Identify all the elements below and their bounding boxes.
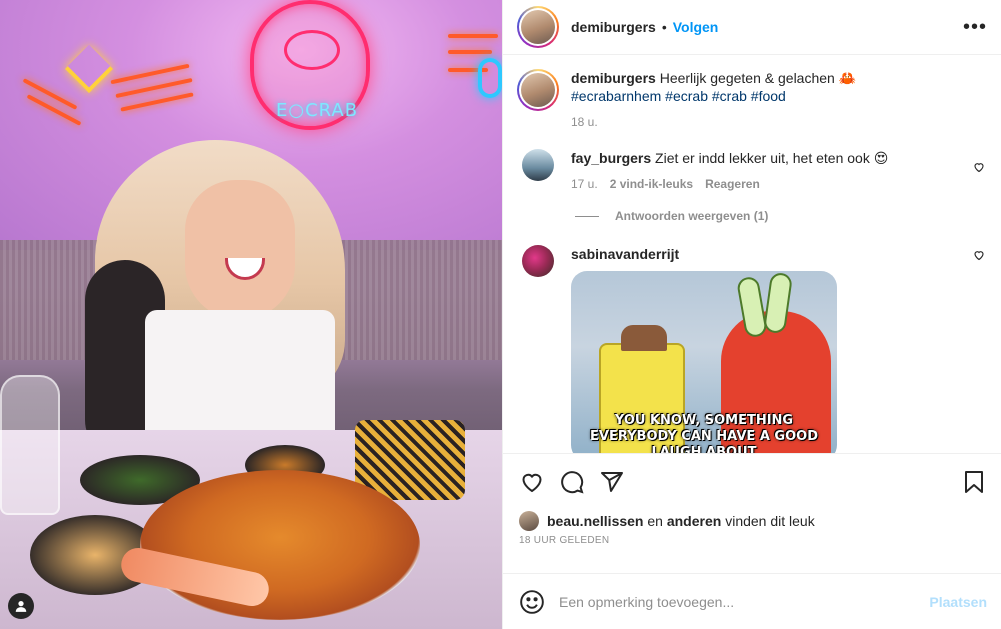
liker-username[interactable]: beau.nellissen bbox=[547, 513, 643, 529]
heart-icon[interactable] bbox=[973, 249, 985, 261]
hashtag[interactable]: #crab bbox=[712, 88, 747, 104]
reply-button[interactable]: Reageren bbox=[705, 177, 760, 191]
emoji-icon[interactable] bbox=[519, 589, 545, 615]
comment-icon[interactable] bbox=[559, 469, 585, 495]
post-time[interactable]: 18 UUR GELEDEN bbox=[503, 533, 1001, 555]
separator-dot: • bbox=[661, 19, 667, 35]
gif-caption: YOU KNOW, SOMETHING EVERYBODY CAN HAVE A… bbox=[590, 413, 818, 453]
comment-composer: Plaatsen bbox=[503, 573, 1001, 629]
comment-likes[interactable]: 2 vind-ik-leuks bbox=[610, 177, 693, 191]
comment-time[interactable]: 17 u. bbox=[571, 177, 598, 191]
user-tag-icon[interactable] bbox=[8, 593, 34, 619]
comment-text: Ziet er indd lekker uit, het eten ook 😍 bbox=[655, 150, 889, 166]
comment-gif[interactable]: YOU KNOW, SOMETHING EVERYBODY CAN HAVE A… bbox=[571, 271, 837, 453]
commenter-avatar[interactable] bbox=[522, 245, 554, 277]
likes-others[interactable]: anderen bbox=[667, 513, 721, 529]
caption-time[interactable]: 18 u. bbox=[571, 115, 598, 129]
liker-avatar[interactable] bbox=[519, 511, 539, 531]
caption-text: Heerlijk gegeten & gelachen 🦀 bbox=[659, 70, 857, 86]
author-username[interactable]: demiburgers bbox=[571, 19, 656, 35]
share-icon[interactable] bbox=[599, 469, 625, 495]
likes-connector: en bbox=[647, 513, 663, 529]
comment-username[interactable]: fay_burgers bbox=[571, 150, 651, 166]
hashtag[interactable]: #ecrab bbox=[665, 88, 708, 104]
likes-suffix: vinden dit leuk bbox=[725, 513, 815, 529]
post-header: demiburgers • Volgen ••• bbox=[503, 0, 1001, 55]
wine-glass bbox=[0, 375, 60, 515]
neon-cocktail-sign bbox=[20, 42, 195, 132]
comment-username[interactable]: sabinavanderrijt bbox=[571, 246, 679, 262]
heart-icon[interactable] bbox=[973, 161, 985, 173]
neon-crab-sign: E○CRAB bbox=[250, 0, 370, 130]
view-replies-label: Antwoorden weergeven (1) bbox=[615, 209, 769, 223]
replies-divider bbox=[575, 215, 599, 217]
likes-summary: beau.nellissen en anderen vinden dit leu… bbox=[503, 509, 1001, 533]
post-photo[interactable]: E○CRAB bbox=[0, 0, 502, 629]
action-bar bbox=[503, 453, 1001, 509]
heart-icon[interactable] bbox=[519, 469, 545, 495]
comment: sabinavanderrijt YOU KNOW, SOMETHING EVE… bbox=[517, 245, 985, 453]
follow-button[interactable]: Volgen bbox=[673, 19, 719, 35]
author-avatar[interactable] bbox=[517, 6, 559, 48]
bookmark-icon[interactable] bbox=[961, 469, 987, 495]
neon-sign-right bbox=[448, 28, 502, 118]
caption-avatar[interactable] bbox=[517, 69, 559, 111]
post-side-panel: demiburgers • Volgen ••• demiburgers Hee… bbox=[502, 0, 1001, 629]
view-replies-button[interactable]: Antwoorden weergeven (1) bbox=[575, 209, 985, 223]
hashtag[interactable]: #food bbox=[751, 88, 786, 104]
commenter-avatar[interactable] bbox=[522, 149, 554, 181]
more-icon[interactable]: ••• bbox=[963, 16, 987, 39]
caption: demiburgers Heerlijk gegeten & gelachen … bbox=[517, 69, 985, 129]
seafood-platter bbox=[140, 470, 420, 620]
comment: fay_burgers Ziet er indd lekker uit, het… bbox=[517, 149, 985, 191]
caption-username[interactable]: demiburgers bbox=[571, 70, 656, 86]
hashtag[interactable]: #ecrabarnhem bbox=[571, 88, 661, 104]
comment-input[interactable] bbox=[559, 593, 930, 610]
post-comment-button[interactable]: Plaatsen bbox=[929, 594, 987, 610]
comments-list[interactable]: demiburgers Heerlijk gegeten & gelachen … bbox=[503, 55, 1001, 453]
